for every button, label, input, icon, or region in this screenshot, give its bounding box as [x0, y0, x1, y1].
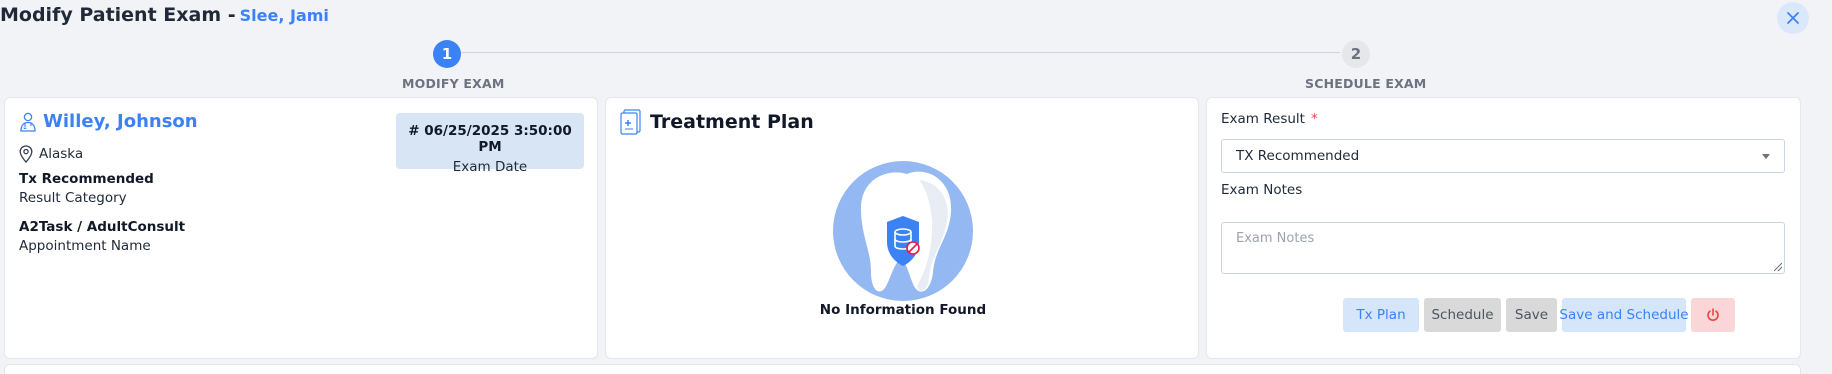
exam-result-label: Exam Result * — [1221, 111, 1318, 127]
location-row: Alaska — [19, 145, 83, 163]
title-text: Modify Patient Exam - — [0, 4, 236, 26]
step-2-circle[interactable]: 2 — [1342, 40, 1370, 68]
result-category-value: Tx Recommended — [19, 171, 154, 187]
close-button[interactable] — [1777, 2, 1809, 34]
exam-info-card: Willey, Johnson Alaska # 06/25/2025 3:50… — [4, 97, 598, 359]
location-pin-icon — [19, 145, 33, 163]
power-button[interactable] — [1691, 298, 1735, 332]
patient-name: Slee, Jami — [239, 6, 329, 25]
doctor-row: Willey, Johnson — [19, 111, 198, 132]
treatment-plan-header: Treatment Plan — [620, 109, 814, 135]
treatment-plan-title: Treatment Plan — [650, 111, 814, 133]
no-data-tooth-icon — [833, 161, 973, 301]
exam-date-box: # 06/25/2025 3:50:00 PM Exam Date — [396, 113, 584, 175]
exam-notes-textarea[interactable]: Exam Notes — [1221, 222, 1785, 274]
exam-notes-placeholder: Exam Notes — [1236, 231, 1315, 246]
step-2-label: SCHEDULE EXAM — [1305, 76, 1427, 91]
chevron-down-icon — [1762, 153, 1770, 159]
exam-result-select[interactable]: TX Recommended — [1221, 139, 1785, 173]
step-1-circle[interactable]: 1 — [433, 40, 461, 68]
schedule-button[interactable]: Schedule — [1424, 298, 1501, 332]
result-category-label: Result Category — [19, 190, 127, 206]
exam-result-selected-value: TX Recommended — [1236, 148, 1360, 164]
exam-date-label: Exam Date — [452, 159, 528, 175]
tx-plan-button[interactable]: Tx Plan — [1343, 298, 1419, 332]
exam-notes-label: Exam Notes — [1221, 182, 1303, 198]
exam-result-card: Exam Result * TX Recommended Exam Notes E… — [1206, 97, 1801, 359]
save-button[interactable]: Save — [1506, 298, 1557, 332]
stepper: 1 2 MODIFY EXAM SCHEDULE EXAM — [0, 38, 1832, 98]
empty-state-text: No Information Found — [819, 302, 987, 318]
exam-date-value: # 06/25/2025 3:50:00 PM — [408, 123, 572, 155]
page-title: Modify Patient Exam - Slee, Jami — [0, 4, 329, 26]
stepper-line — [460, 52, 1340, 53]
close-icon — [1787, 12, 1799, 24]
doctor-name[interactable]: Willey, Johnson — [43, 111, 198, 132]
modify-patient-exam-dialog: Modify Patient Exam - Slee, Jami 1 2 MODI… — [0, 0, 1832, 374]
doctor-icon — [20, 112, 36, 132]
power-icon — [1707, 308, 1719, 321]
appointment-name-value: A2Task / AdultConsult — [19, 219, 186, 235]
required-indicator: * — [1310, 111, 1318, 127]
next-section-edge — [4, 364, 1801, 374]
treatment-plan-icon — [620, 109, 641, 135]
appointment-name-label: Appointment Name — [19, 238, 151, 254]
action-buttons: Tx Plan Schedule Save Save and Schedule — [1207, 298, 1802, 332]
exam-result-label-text: Exam Result — [1221, 111, 1305, 127]
location-text: Alaska — [39, 146, 84, 162]
save-and-schedule-button[interactable]: Save and Schedule — [1559, 298, 1689, 332]
resize-handle-icon[interactable] — [1774, 263, 1782, 271]
step-1-label: MODIFY EXAM — [402, 76, 505, 91]
treatment-plan-card: Treatment Plan No Information Found — [605, 97, 1199, 359]
